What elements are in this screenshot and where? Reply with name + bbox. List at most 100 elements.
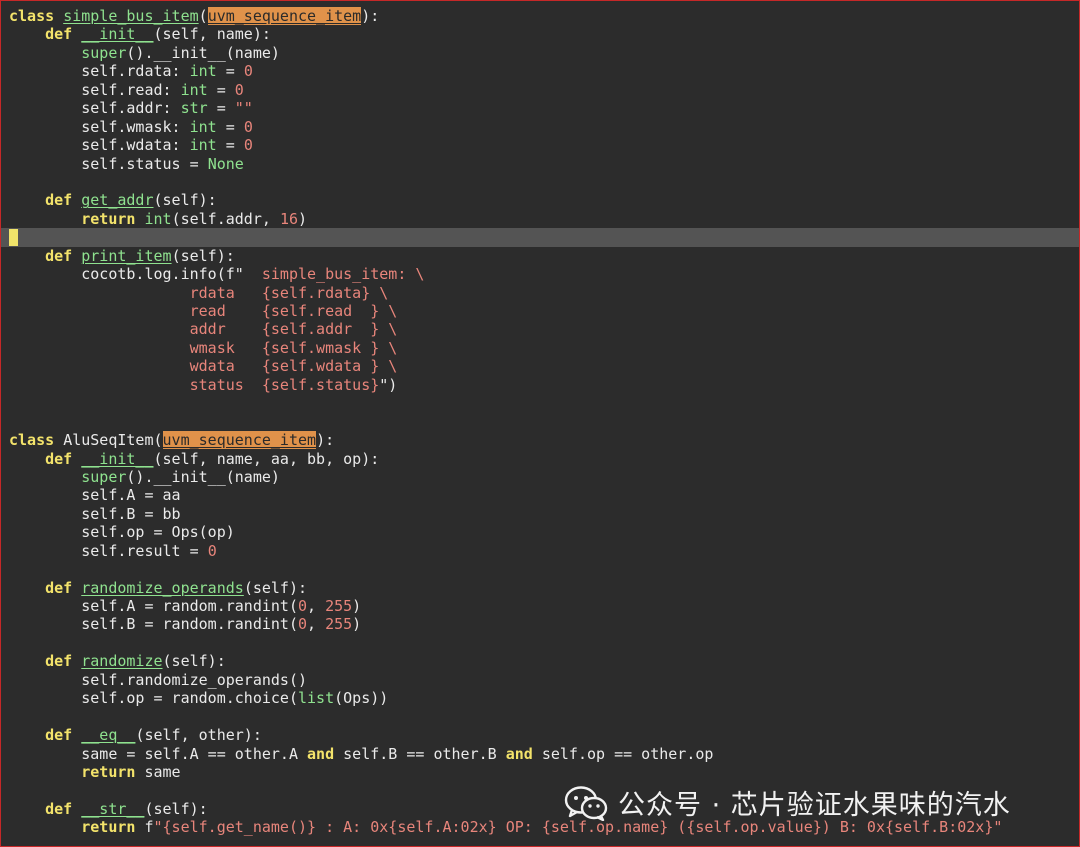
code-line[interactable]: def randomize_operands(self): <box>9 579 1079 597</box>
code-line[interactable]: wdata {self.wdata } \ <box>9 357 1079 375</box>
code-line[interactable]: self.read: int = 0 <box>9 81 1079 99</box>
code-token: 0 <box>207 541 217 560</box>
wechat-icon <box>564 785 608 821</box>
code-token: self.A = aa <box>9 486 181 505</box>
code-line[interactable]: wmask {self.wmask } \ <box>9 339 1079 357</box>
code-line[interactable] <box>9 560 1079 578</box>
code-line[interactable]: super().__init__(name) <box>9 468 1079 486</box>
code-line[interactable]: same = self.A == other.A and self.B == o… <box>9 745 1079 763</box>
code-line[interactable] <box>9 708 1079 726</box>
current-code-line[interactable] <box>1 228 1079 247</box>
code-token: int <box>189 62 217 81</box>
code-line[interactable] <box>9 394 1079 412</box>
code-line[interactable]: self.B = random.randint(0, 255) <box>9 615 1079 633</box>
code-token: def <box>45 449 73 468</box>
code-token: self.B == other.B <box>334 744 506 763</box>
code-line[interactable]: self.wmask: int = 0 <box>9 118 1079 136</box>
code-token: 255 <box>325 597 353 615</box>
code-line[interactable]: read {self.read } \ <box>9 302 1079 320</box>
code-line[interactable]: self.op = random.choice(list(Ops)) <box>9 689 1079 707</box>
code-token: 0 <box>297 597 308 615</box>
code-token: cocotb.log.info(f" <box>9 265 262 284</box>
code-token: (self): <box>243 578 308 597</box>
code-line[interactable]: self.B = bb <box>9 505 1079 523</box>
code-token: (Ops)) <box>334 689 389 708</box>
code-token: 0 <box>297 615 308 634</box>
code-line[interactable]: def print_item(self): <box>9 247 1079 265</box>
code-token: def <box>45 726 73 745</box>
code-line[interactable]: self.wdata: int = 0 <box>9 136 1079 154</box>
text-cursor <box>9 229 18 247</box>
code-token: (self, name, aa, bb, op): <box>153 449 380 468</box>
code-token: and <box>307 744 335 763</box>
code-line[interactable]: return same <box>9 763 1079 781</box>
code-token: = <box>207 80 235 99</box>
code-line[interactable]: class simple_bus_item(uvm_sequence_item)… <box>9 7 1079 25</box>
code-line[interactable]: self.result = 0 <box>9 542 1079 560</box>
code-token: def <box>45 246 73 265</box>
code-token: ): <box>316 431 335 450</box>
code-token: return <box>81 818 136 837</box>
code-token: __str__ <box>81 799 145 818</box>
code-token: same = self.A == other.A <box>9 744 308 763</box>
code-line[interactable]: self.status = None <box>9 155 1079 173</box>
code-line[interactable]: def __init__(self, name): <box>9 25 1079 43</box>
code-line[interactable]: self.randomize_operands() <box>9 671 1079 689</box>
code-token: __init__(name) <box>153 467 280 486</box>
code-token: ) <box>298 209 308 228</box>
code-line[interactable]: def __init__(self, name, aa, bb, op): <box>9 450 1079 468</box>
code-line[interactable]: self.op = Ops(op) <box>9 523 1079 541</box>
code-token: None <box>207 154 244 173</box>
code-line[interactable]: addr {self.addr } \ <box>9 320 1079 338</box>
watermark-text: 公众号 · 芯片验证水果味的汽水 <box>618 790 1011 821</box>
code-token: addr {self.addr } \ <box>189 320 398 339</box>
code-line[interactable]: self.rdata: int = 0 <box>9 62 1079 80</box>
code-line[interactable] <box>9 634 1079 652</box>
code-token: return <box>81 209 136 228</box>
code-token: = <box>207 99 235 118</box>
code-line[interactable] <box>9 413 1079 431</box>
code-line[interactable]: status {self.status}") <box>9 376 1079 394</box>
code-token: self.wdata: <box>9 136 190 155</box>
code-token: (self, name): <box>153 25 271 44</box>
code-token: int <box>180 80 208 99</box>
code-line[interactable]: def __eq__(self, other): <box>9 726 1079 744</box>
code-line[interactable]: rdata {self.rdata} \ <box>9 284 1079 302</box>
code-line[interactable] <box>9 173 1079 191</box>
code-line[interactable]: self.A = aa <box>9 486 1079 504</box>
code-token: , <box>307 597 326 615</box>
code-line[interactable]: self.addr: str = "" <box>9 99 1079 117</box>
code-area[interactable]: class simple_bus_item(uvm_sequence_item)… <box>1 7 1079 837</box>
code-token: same <box>135 762 181 781</box>
code-line[interactable]: return int(self.addr, 16) <box>9 210 1079 228</box>
code-token: 16 <box>279 209 298 228</box>
code-token: (self): <box>153 191 217 210</box>
code-token: def <box>45 799 73 818</box>
code-token: class <box>9 431 55 450</box>
code-token: (self): <box>162 652 226 671</box>
code-editor[interactable]: class simple_bus_item(uvm_sequence_item)… <box>0 0 1080 847</box>
code-line[interactable]: class AluSeqItem(uvm_sequence_item): <box>9 431 1079 450</box>
code-token: int <box>189 136 217 155</box>
code-token: "" <box>234 99 253 118</box>
code-line[interactable]: def get_addr(self): <box>9 191 1079 209</box>
code-line[interactable]: self.A = random.randint(0, 255) <box>9 597 1079 615</box>
code-line[interactable]: super().__init__(name) <box>9 44 1079 62</box>
code-token: self.B = random.randint( <box>9 615 298 634</box>
code-token: ") <box>379 375 398 394</box>
code-line[interactable]: cocotb.log.info(f" simple_bus_item: \ <box>9 265 1079 283</box>
code-token: 0 <box>243 117 253 136</box>
code-line[interactable]: def randomize(self): <box>9 652 1079 670</box>
